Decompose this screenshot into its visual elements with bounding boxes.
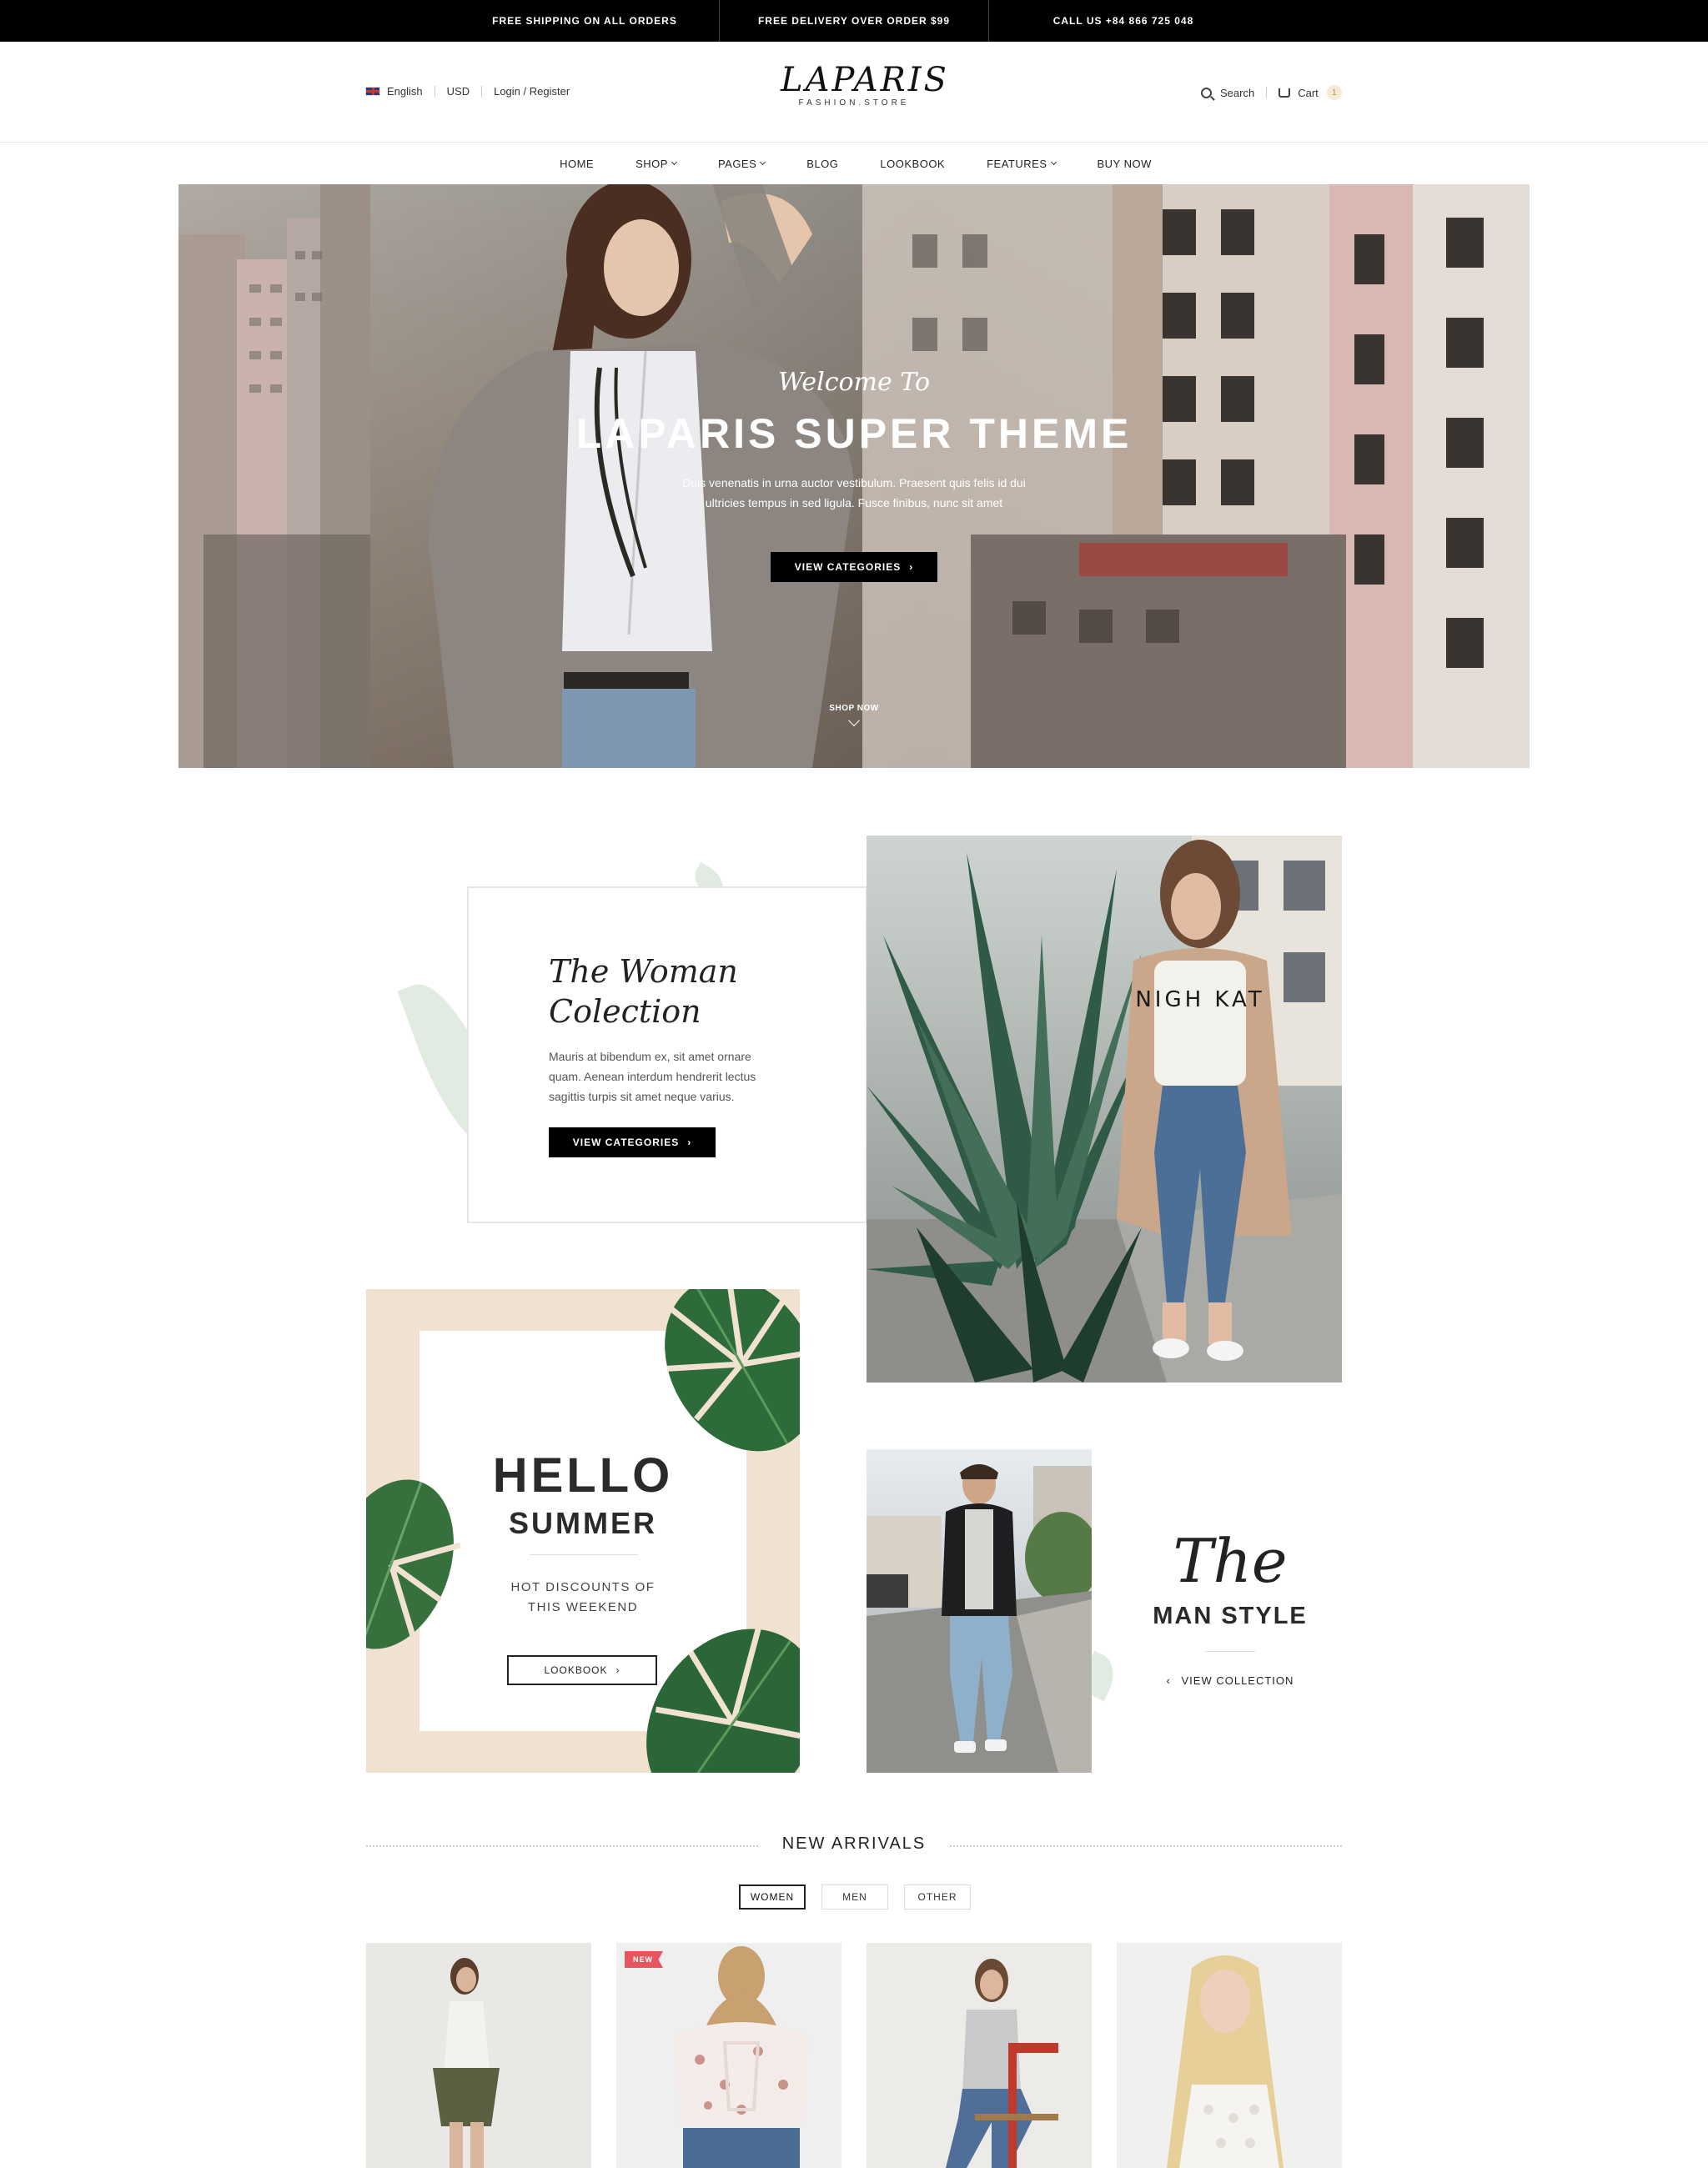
- main-navigation: HOME SHOP PAGES BLOG LOOKBOOK FEATURES B…: [0, 143, 1708, 184]
- chevron-down-icon: [1050, 158, 1057, 166]
- site-logo[interactable]: LAPARIS FASHION.STORE: [781, 60, 949, 123]
- topbar-phone[interactable]: CALL US +84 866 725 048: [989, 0, 1258, 42]
- product-image: [616, 1943, 841, 2168]
- site-header: English USD Login / Register LAPARIS FAS…: [0, 42, 1708, 142]
- new-arrivals-title: NEW ARRIVALS: [781, 1834, 927, 1853]
- monstera-leaves-decoration: [366, 1289, 800, 1773]
- nav-label: SHOP: [635, 157, 668, 170]
- tab-other[interactable]: OTHER: [904, 1884, 971, 1910]
- login-register-link[interactable]: Login / Register: [494, 85, 570, 98]
- hello-summer-banner: HELLO SUMMER HOT DISCOUNTS OF THIS WEEKE…: [366, 1289, 800, 1773]
- logo-tagline: FASHION.STORE: [798, 98, 910, 108]
- chevron-left-icon: ‹: [1166, 1674, 1171, 1687]
- search-icon[interactable]: [1201, 87, 1212, 98]
- section-divider: [950, 1845, 1342, 1847]
- button-label: VIEW CATEGORIES: [794, 561, 902, 573]
- hero-shop-now-link[interactable]: SHOP NOW: [812, 704, 896, 727]
- cart-count-badge: 1: [1326, 85, 1342, 100]
- hero-welcome: Welcome To: [777, 368, 931, 397]
- product-image: [867, 1943, 1092, 2168]
- uk-flag-icon: [365, 87, 380, 96]
- shop-now-label: SHOP NOW: [829, 704, 879, 713]
- chevron-down-icon: [847, 714, 861, 727]
- nav-label: LOOKBOOK: [880, 157, 946, 170]
- nav-item-home[interactable]: HOME: [560, 158, 594, 170]
- man-photo-illustration: [867, 1464, 1092, 1773]
- product-card[interactable]: NEW: [616, 1943, 841, 2168]
- product-filter-tabs: WOMEN MEN OTHER: [0, 1884, 1708, 1910]
- cart-link[interactable]: Cart: [1298, 87, 1319, 99]
- shirt-print: NIGH KAT: [1135, 987, 1264, 1012]
- divider: [1266, 87, 1268, 98]
- product-card[interactable]: [1117, 1943, 1342, 2168]
- chevron-right-icon: ›: [687, 1137, 692, 1148]
- cart-icon[interactable]: [1278, 88, 1291, 98]
- woman-collection-card: The Woman Colection Mauris at bibendum e…: [467, 886, 867, 1223]
- header-utility-links: English USD Login / Register: [365, 85, 570, 98]
- man-style-title: MAN STYLE: [1153, 1603, 1308, 1629]
- man-style-script-heading: The: [1173, 1526, 1288, 1596]
- new-badge: NEW: [625, 1951, 663, 1968]
- link-label: VIEW COLLECTION: [1181, 1674, 1294, 1687]
- nav-label: HOME: [560, 157, 595, 170]
- product-card[interactable]: [867, 1943, 1092, 2168]
- nav-label: PAGES: [717, 157, 757, 170]
- hero-view-categories-button[interactable]: VIEW CATEGORIES ›: [771, 552, 937, 582]
- nav-item-lookbook[interactable]: LOOKBOOK: [880, 158, 945, 170]
- search-link[interactable]: Search: [1220, 87, 1254, 99]
- topbar-free-delivery: FREE DELIVERY OVER ORDER $99: [757, 15, 951, 27]
- nav-item-buy-now[interactable]: BUY NOW: [1098, 158, 1152, 170]
- section-divider: [366, 1845, 758, 1847]
- currency-selector[interactable]: USD: [447, 85, 470, 98]
- divider: [1205, 1651, 1255, 1652]
- hero-title: LAPARIS SUPER THEME: [575, 410, 1133, 457]
- woman-collection-description: Mauris at bibendum ex, sit amet ornare q…: [549, 1050, 756, 1103]
- top-announcement-bar: FREE SHIPPING ON ALL ORDERS FREE DELIVER…: [0, 0, 1708, 42]
- product-image: [366, 1943, 591, 2168]
- nav-label: BLOG: [806, 157, 839, 170]
- nav-label: BUY NOW: [1097, 157, 1152, 170]
- chevron-down-icon: [671, 158, 677, 166]
- chevron-down-icon: [760, 158, 766, 166]
- nav-item-blog[interactable]: BLOG: [806, 158, 838, 170]
- product-grid: NEW: [366, 1943, 1342, 2168]
- woman-view-categories-button[interactable]: VIEW CATEGORIES ›: [549, 1127, 716, 1157]
- hero-banner: Welcome To LAPARIS SUPER THEME Duis vene…: [178, 184, 1530, 768]
- hero-description: Duis venenatis in urna auctor vestibulum…: [682, 476, 1026, 509]
- chevron-right-icon: ›: [909, 561, 914, 573]
- view-collection-link[interactable]: ‹ VIEW COLLECTION: [1151, 1674, 1309, 1687]
- header-actions: Search Cart 1: [1201, 85, 1342, 100]
- nav-item-shop[interactable]: SHOP: [635, 157, 677, 170]
- logo-wordmark: LAPARIS: [781, 61, 949, 99]
- language-selector[interactable]: English: [387, 85, 423, 98]
- button-label: VIEW CATEGORIES: [572, 1137, 680, 1148]
- tab-women[interactable]: WOMEN: [739, 1884, 806, 1910]
- product-card[interactable]: [366, 1943, 591, 2168]
- woman-collection-title: The Woman Colection: [549, 953, 738, 1030]
- topbar-free-shipping: FREE SHIPPING ON ALL ORDERS: [492, 15, 677, 27]
- tab-men[interactable]: MEN: [821, 1884, 888, 1910]
- woman-collection-photo[interactable]: NIGH KAT: [867, 836, 1342, 1383]
- divider: [481, 85, 483, 98]
- product-image: [1117, 1943, 1342, 2168]
- hero-content: Welcome To LAPARIS SUPER THEME Duis vene…: [178, 184, 1530, 768]
- nav-item-pages[interactable]: PAGES: [717, 157, 766, 170]
- woman-photo-illustration: NIGH KAT: [867, 836, 1342, 1383]
- nav-item-features[interactable]: FEATURES: [987, 157, 1057, 170]
- nav-label: FEATURES: [987, 157, 1047, 170]
- man-style-photo[interactable]: [867, 1449, 1092, 1773]
